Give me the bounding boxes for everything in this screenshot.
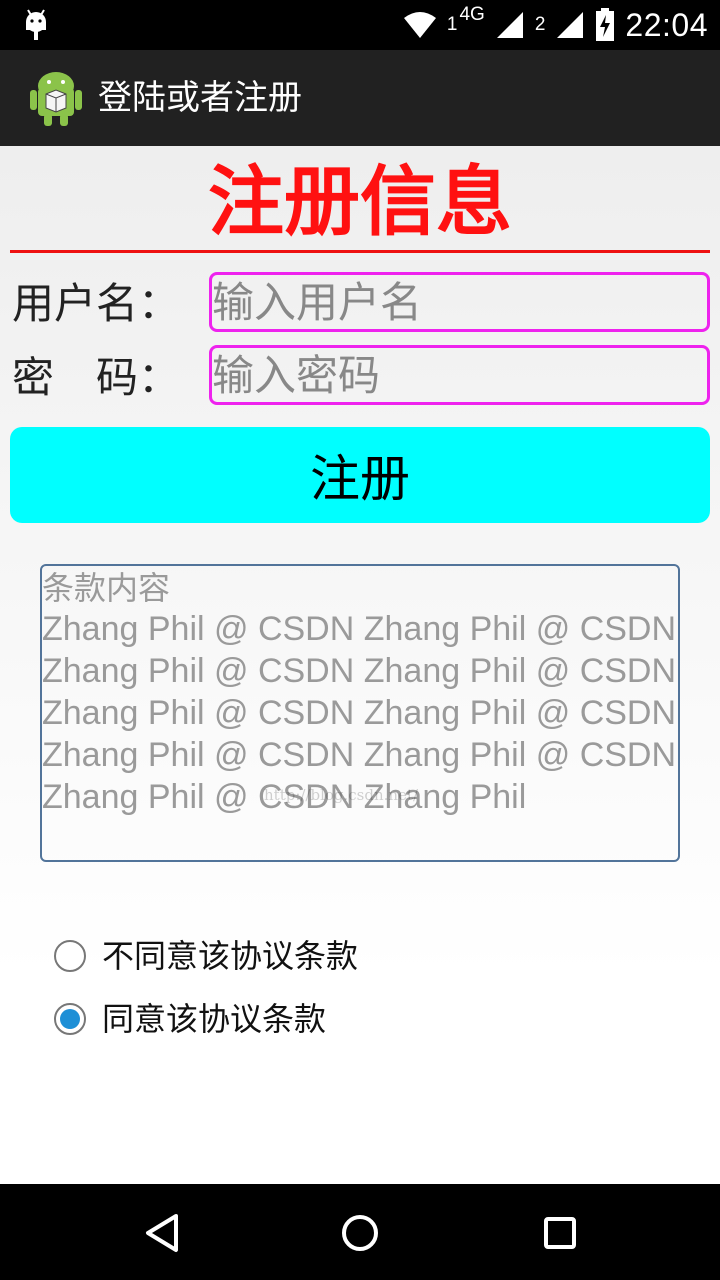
title-divider <box>10 250 710 253</box>
register-button[interactable]: 注册 <box>10 427 710 523</box>
sim2-label: 2 <box>534 14 546 35</box>
radio-agree-label[interactable]: 同意该协议条款 <box>102 999 326 1039</box>
username-input[interactable] <box>209 272 710 332</box>
wifi-icon <box>403 12 436 38</box>
radio-disagree-circle[interactable] <box>54 940 86 972</box>
radio-agree[interactable]: 同意该协议条款 <box>54 999 326 1039</box>
app-title: 登陆或者注册 <box>98 78 302 118</box>
signal-sim2-icon <box>557 12 584 38</box>
android-debug-icon <box>26 9 46 40</box>
terms-textbox[interactable]: 条款内容 Zhang Phil @ CSDN Zhang Phil @ CSDN… <box>40 564 680 862</box>
terms-heading: 条款内容 <box>42 569 171 607</box>
radio-disagree[interactable]: 不同意该协议条款 <box>54 936 358 976</box>
network-type-label: 4G <box>459 4 485 25</box>
action-bar: 登陆或者注册 <box>0 50 720 146</box>
radio-agree-circle[interactable] <box>54 1003 86 1035</box>
password-label: 密 码： <box>12 353 181 402</box>
password-input[interactable] <box>209 345 710 405</box>
main-content: 注册信息 用户名： 密 码： 注册 条款内容 Zhang Phil @ CSDN… <box>0 146 720 1184</box>
watermark: http://blog.csdn.net/ <box>264 786 419 804</box>
status-clock: 22:04 <box>625 7 708 43</box>
android-app-icon <box>30 72 82 126</box>
navigation-bar <box>0 1184 720 1280</box>
username-label: 用户名： <box>12 279 181 328</box>
battery-charging-icon <box>596 8 615 41</box>
status-bar: 1 4G 2 22:04 <box>0 0 720 50</box>
recents-icon[interactable] <box>535 1208 585 1258</box>
back-icon[interactable] <box>136 1208 186 1258</box>
sim1-label: 1 <box>446 14 458 35</box>
page-title: 注册信息 <box>208 157 512 246</box>
radio-disagree-label[interactable]: 不同意该协议条款 <box>102 936 358 976</box>
home-icon[interactable] <box>335 1208 385 1258</box>
signal-sim1-icon <box>496 12 523 38</box>
